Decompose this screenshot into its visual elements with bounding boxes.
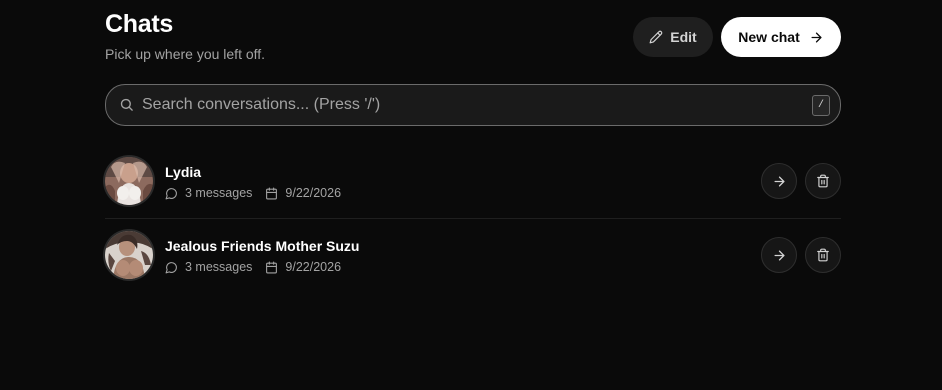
search-icon <box>119 97 134 112</box>
avatar[interactable] <box>105 157 153 205</box>
chat-date: 9/22/2026 <box>285 186 342 200</box>
arrow-right-icon <box>772 174 787 189</box>
chats-page: Chats Pick up where you left off. Edit N… <box>105 0 841 279</box>
chat-name[interactable]: Jealous Friends Mother Suzu <box>165 238 359 254</box>
message-count: 3 messages <box>185 186 253 200</box>
chat-meta: 3 messages 9/22/2026 <box>165 186 341 200</box>
open-chat-button[interactable] <box>761 237 797 273</box>
open-chat-button[interactable] <box>761 163 797 199</box>
new-chat-button[interactable]: New chat <box>721 17 841 57</box>
new-chat-button-label: New chat <box>738 29 800 45</box>
chat-row-lydia[interactable]: Lydia 3 messages 9/22/2026 <box>105 146 841 219</box>
pencil-icon <box>649 30 663 44</box>
message-bubble-icon <box>165 261 178 274</box>
search-shortcut-key: / <box>812 95 830 116</box>
arrow-right-icon <box>772 248 787 263</box>
avatar[interactable] <box>105 231 153 279</box>
chat-row-suzu[interactable]: Jealous Friends Mother Suzu 3 messages 9… <box>105 220 841 292</box>
page-subtitle: Pick up where you left off. <box>105 46 266 62</box>
calendar-icon <box>265 261 278 274</box>
chat-name[interactable]: Lydia <box>165 164 201 180</box>
page-title: Chats <box>105 10 173 38</box>
trash-icon <box>816 174 830 188</box>
message-count: 3 messages <box>185 260 253 274</box>
edit-button-label: Edit <box>670 29 697 45</box>
chat-date: 9/22/2026 <box>285 260 342 274</box>
trash-icon <box>816 248 830 262</box>
calendar-icon <box>265 187 278 200</box>
arrow-right-icon <box>809 30 824 45</box>
chat-meta: 3 messages 9/22/2026 <box>165 260 341 274</box>
search-input[interactable] <box>142 85 792 125</box>
delete-chat-button[interactable] <box>805 163 841 199</box>
edit-button[interactable]: Edit <box>633 17 713 57</box>
delete-chat-button[interactable] <box>805 237 841 273</box>
message-bubble-icon <box>165 187 178 200</box>
page-header: Chats Pick up where you left off. Edit N… <box>105 0 841 80</box>
search-bar: / <box>105 84 841 126</box>
chat-list: Lydia 3 messages 9/22/2026 Jealous Frien… <box>105 146 841 292</box>
